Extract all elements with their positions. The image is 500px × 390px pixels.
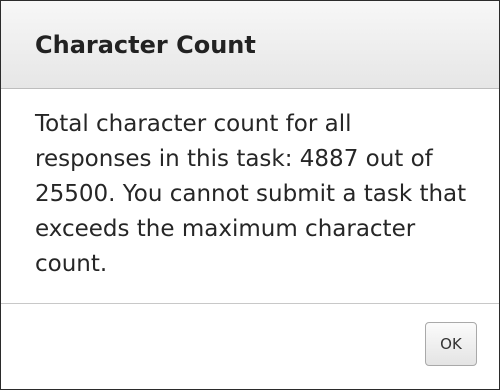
- dialog-message: Total character count for all responses …: [35, 111, 467, 277]
- character-count-dialog: Character Count Total character count fo…: [0, 0, 500, 390]
- dialog-body: Total character count for all responses …: [1, 89, 499, 304]
- dialog-footer: OK: [1, 304, 499, 388]
- dialog-titlebar: Character Count: [1, 1, 499, 89]
- dialog-title: Character Count: [35, 30, 256, 59]
- ok-button[interactable]: OK: [425, 322, 477, 366]
